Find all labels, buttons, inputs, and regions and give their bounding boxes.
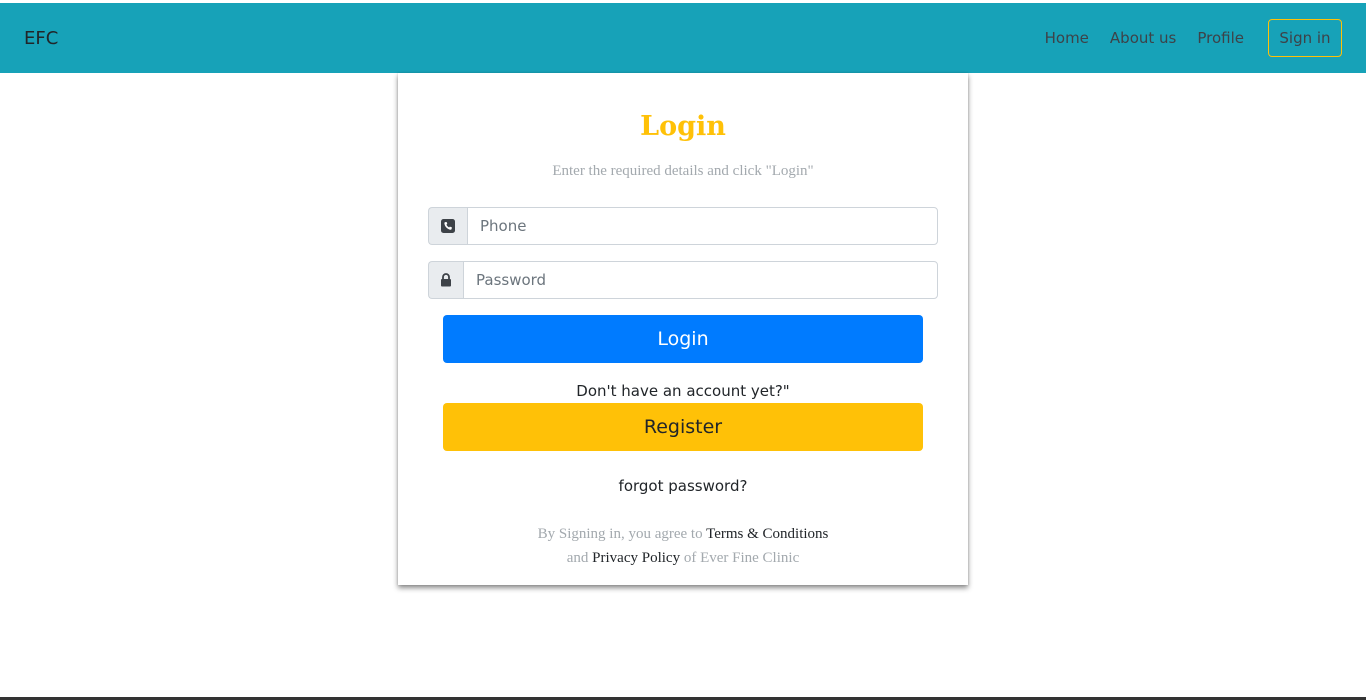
terms-and: and	[566, 550, 589, 566]
forgot-password-link[interactable]: forgot password?	[619, 477, 748, 495]
page-title: Login	[640, 111, 726, 142]
login-button[interactable]: Login	[443, 315, 923, 363]
lock-icon	[441, 273, 451, 287]
terms-notice: By Signing in, you agree to Terms & Cond…	[398, 522, 968, 570]
terms-prefix: By Signing in, you agree to	[537, 526, 703, 542]
terms-suffix: of Ever Fine Clinic	[683, 550, 800, 566]
register-button[interactable]: Register	[443, 403, 923, 451]
privacy-link[interactable]: Privacy Policy	[592, 550, 680, 566]
terms-line-2: and Privacy Policy of Ever Fine Clinic	[398, 546, 968, 570]
signin-button[interactable]: Sign in	[1268, 19, 1342, 57]
phone-input-group	[428, 207, 938, 245]
phone-icon	[441, 219, 455, 233]
brand-logo[interactable]: EFC	[24, 27, 58, 51]
password-input-group	[428, 261, 938, 299]
login-instructions: Enter the required details and click "Lo…	[552, 163, 814, 179]
nav-link-profile[interactable]: Profile	[1197, 19, 1244, 57]
password-addon	[428, 261, 463, 299]
terms-line-1: By Signing in, you agree to Terms & Cond…	[398, 522, 968, 546]
nav-link-about[interactable]: About us	[1110, 19, 1176, 57]
navbar: EFC Home About us Profile Sign in	[0, 3, 1366, 73]
phone-addon	[428, 207, 467, 245]
terms-link[interactable]: Terms & Conditions	[706, 526, 828, 542]
password-field[interactable]	[463, 261, 938, 299]
nav-link-home[interactable]: Home	[1045, 19, 1089, 57]
nav-links: Home About us Profile Sign in	[1024, 19, 1342, 57]
no-account-text: Don't have an account yet?"	[576, 382, 790, 400]
login-card: Login Enter the required details and cli…	[398, 73, 968, 585]
forgot-password: forgot password?	[398, 476, 968, 496]
phone-field[interactable]	[467, 207, 938, 245]
